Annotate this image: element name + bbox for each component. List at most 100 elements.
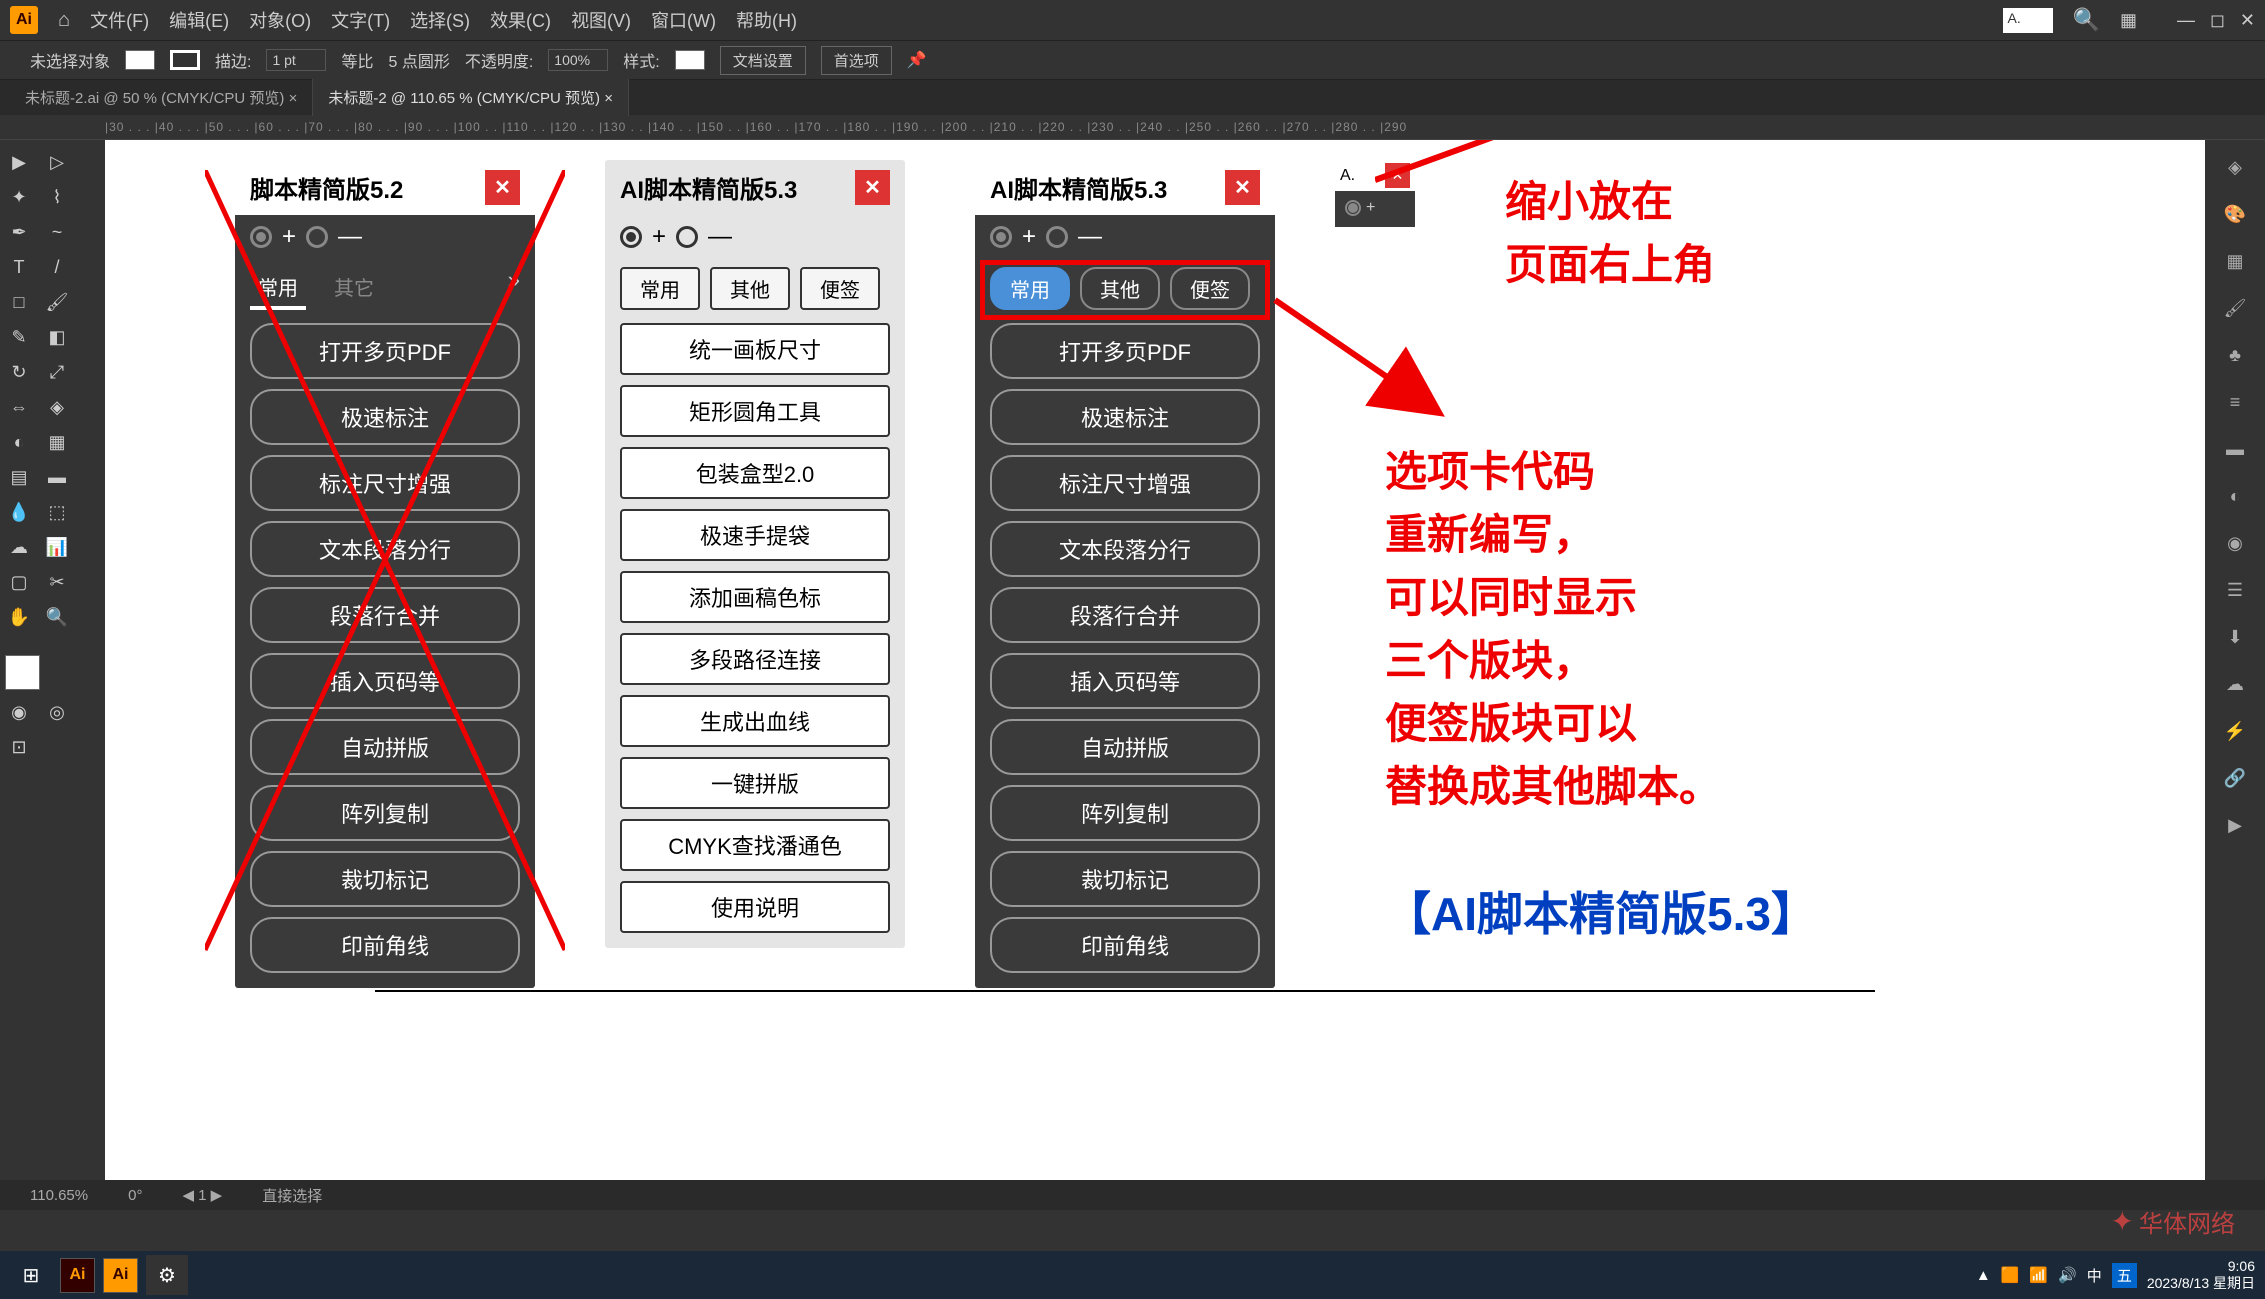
style-swatch[interactable] [675, 50, 705, 70]
artboard-nav[interactable]: ◀ 1 ▶ [182, 1186, 222, 1204]
tab-close-icon[interactable]: × [289, 90, 298, 107]
close-icon[interactable]: ✕ [1385, 163, 1410, 188]
tab-notes[interactable]: 便签 [800, 267, 880, 310]
taskbar-app[interactable]: ⚙ [146, 1255, 188, 1295]
shaper-tool[interactable]: ✎ [0, 320, 38, 355]
btn-merge-lines[interactable]: 段落行合并 [250, 587, 520, 643]
gradient-tool[interactable]: ▬ [38, 460, 76, 495]
radio-off[interactable] [676, 226, 698, 248]
tab-notes[interactable]: 便签 [1170, 267, 1250, 310]
tray-network-icon[interactable]: 📶 [2029, 1266, 2048, 1284]
free-transform-tool[interactable]: ◈ [38, 390, 76, 425]
scale-tool[interactable]: ⤢ [38, 355, 76, 390]
minimize-button[interactable]: — [2177, 10, 2195, 31]
btn-unify-artboard[interactable]: 统一画板尺寸 [620, 323, 890, 375]
minus-icon[interactable]: — [708, 223, 732, 251]
lasso-tool[interactable]: ⌇ [38, 180, 76, 215]
prefs-button[interactable]: 首选项 [821, 46, 892, 75]
radio-on[interactable] [1345, 200, 1361, 216]
screen-mode[interactable]: ⊡ [0, 730, 38, 765]
stroke-icon[interactable]: ≡ [2218, 385, 2253, 420]
menu-window[interactable]: 窗口(W) [651, 7, 716, 33]
btn-array-copy[interactable]: 阵列复制 [250, 785, 520, 841]
tab-common[interactable]: 常用 [250, 267, 306, 310]
tab-close-icon[interactable]: × [604, 90, 613, 107]
curvature-tool[interactable]: ~ [38, 215, 76, 250]
radio-off[interactable] [306, 226, 328, 248]
btn-crop-marks[interactable]: 裁切标记 [990, 851, 1260, 907]
color-icon[interactable]: 🎨 [2218, 197, 2253, 232]
opacity-input[interactable] [548, 49, 608, 71]
menu-view[interactable]: 视图(V) [571, 7, 631, 33]
eyedropper-tool[interactable]: 💧 [0, 495, 38, 530]
taskbar-ai-2[interactable]: Ai [103, 1258, 138, 1293]
plus-icon[interactable]: + [1366, 199, 1375, 217]
line-tool[interactable]: / [38, 250, 76, 285]
btn-page-number[interactable]: 插入页码等 [250, 653, 520, 709]
btn-merge-lines[interactable]: 段落行合并 [990, 587, 1260, 643]
libraries-icon[interactable]: ☁ [2218, 667, 2253, 702]
symbol-tool[interactable]: ☁ [0, 530, 38, 565]
menu-help[interactable]: 帮助(H) [736, 7, 797, 33]
selection-tool[interactable]: ▶ [0, 145, 38, 180]
tray-ime-icon[interactable]: 五 [2112, 1263, 2137, 1288]
minus-icon[interactable]: — [338, 223, 362, 251]
btn-array-copy[interactable]: 阵列复制 [990, 785, 1260, 841]
links-icon[interactable]: 🔗 [2218, 761, 2253, 796]
tab-common[interactable]: 常用 [990, 267, 1070, 310]
menu-effect[interactable]: 效果(C) [490, 7, 551, 33]
radio-off[interactable] [1046, 226, 1068, 248]
close-button[interactable]: ✕ [2240, 10, 2255, 31]
btn-open-pdf[interactable]: 打开多页PDF [250, 323, 520, 379]
brush-tool[interactable]: 🖌 [38, 285, 76, 320]
stroke-weight-input[interactable] [266, 49, 326, 71]
eraser-tool[interactable]: ◧ [38, 320, 76, 355]
color-mode[interactable]: ◉ [0, 695, 38, 730]
btn-corner-marks[interactable]: 印前角线 [250, 917, 520, 973]
tray-volume-icon[interactable]: 🔊 [2058, 1266, 2077, 1284]
shape-builder-tool[interactable]: ◐ [0, 425, 38, 460]
brushes-icon[interactable]: 🖌 [2218, 291, 2253, 326]
btn-corner-marks[interactable]: 印前角线 [990, 917, 1260, 973]
btn-add-swatch[interactable]: 添加画稿色标 [620, 571, 890, 623]
blend-tool[interactable]: ⬚ [38, 495, 76, 530]
tray-icon[interactable]: ▲ [1976, 1267, 1991, 1284]
magic-wand-tool[interactable]: ✦ [0, 180, 38, 215]
taskbar-ai-1[interactable]: Ai [60, 1258, 95, 1293]
layers-icon[interactable]: ☰ [2218, 573, 2253, 608]
slice-tool[interactable]: ✂ [38, 565, 76, 600]
fill-swatch[interactable] [125, 50, 155, 70]
btn-cmyk-pantone[interactable]: CMYK查找潘通色 [620, 819, 890, 871]
close-icon[interactable]: ✕ [485, 170, 520, 205]
doc-tab-2[interactable]: 未标题-2 @ 110.65 % (CMYK/CPU 预览) × [313, 79, 629, 116]
btn-one-click-imposition[interactable]: 一键拼版 [620, 757, 890, 809]
pen-tool[interactable]: ✒ [0, 215, 38, 250]
artboard-tool[interactable]: ▢ [0, 565, 38, 600]
btn-bleed-line[interactable]: 生成出血线 [620, 695, 890, 747]
mini-panel-docked[interactable]: A. [2003, 8, 2053, 33]
radio-on[interactable] [250, 226, 272, 248]
tray-icon[interactable]: 🟧 [2001, 1266, 2020, 1284]
play-icon[interactable]: ▶ [2218, 808, 2253, 843]
mesh-tool[interactable]: ▤ [0, 460, 38, 495]
btn-open-pdf[interactable]: 打开多页PDF [990, 323, 1260, 379]
graph-tool[interactable]: 📊 [38, 530, 76, 565]
swatches-icon[interactable]: ▦ [2218, 244, 2253, 279]
zoom-tool[interactable]: 🔍 [38, 600, 76, 635]
btn-auto-imposition[interactable]: 自动拼版 [990, 719, 1260, 775]
btn-join-paths[interactable]: 多段路径连接 [620, 633, 890, 685]
tray-ime-icon[interactable]: 中 [2087, 1265, 2102, 1286]
menu-select[interactable]: 选择(S) [410, 7, 470, 33]
maximize-button[interactable]: ◻ [2210, 10, 2225, 31]
start-button[interactable]: ⊞ [10, 1255, 52, 1295]
clock[interactable]: 9:062023/8/13 星期日 [2147, 1258, 2255, 1292]
rotate-indicator[interactable]: 0° [128, 1187, 142, 1204]
btn-crop-marks[interactable]: 裁切标记 [250, 851, 520, 907]
btn-shopping-bag[interactable]: 极速手提袋 [620, 509, 890, 561]
tab-other[interactable]: 其他 [1080, 267, 1160, 310]
btn-text-split[interactable]: 文本段落分行 [250, 521, 520, 577]
radio-on[interactable] [990, 226, 1012, 248]
btn-manual[interactable]: 使用说明 [620, 881, 890, 933]
brush-preset[interactable]: 5 点圆形 [388, 48, 449, 72]
btn-package-box[interactable]: 包装盒型2.0 [620, 447, 890, 499]
